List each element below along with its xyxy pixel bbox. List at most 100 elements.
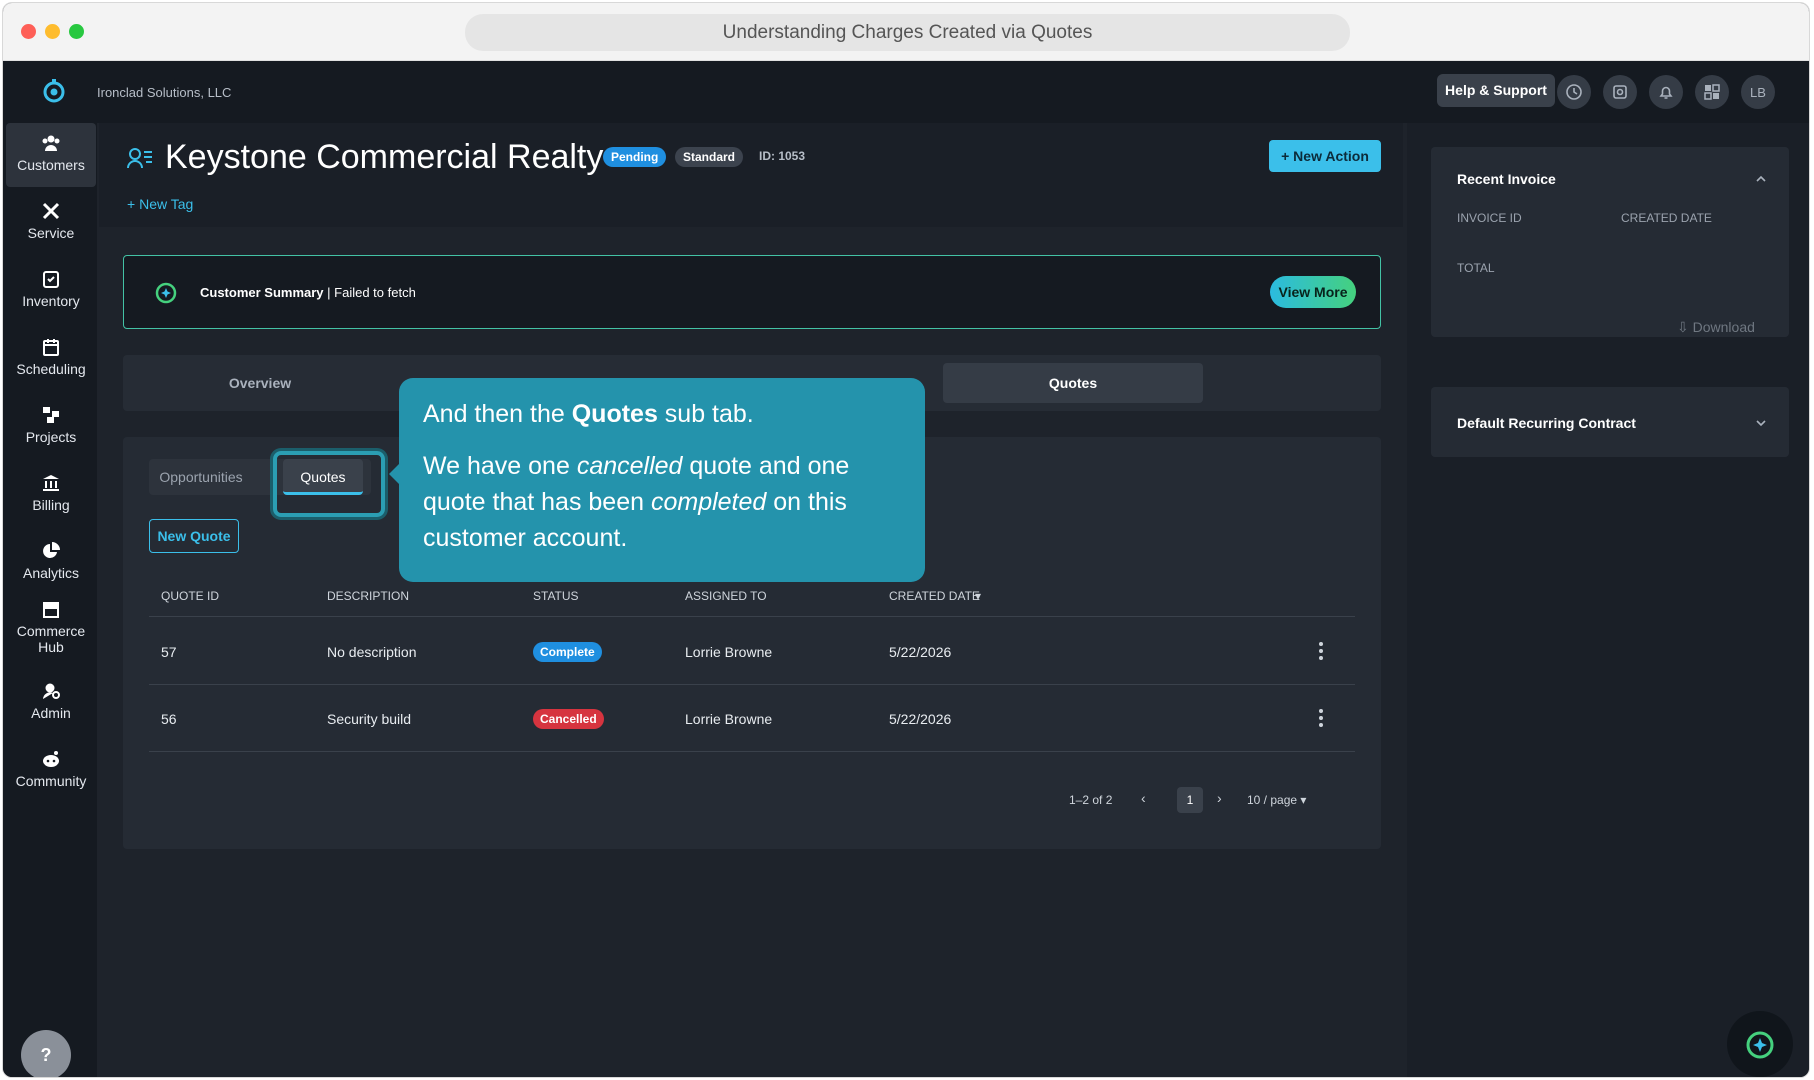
help-icon[interactable]: ? — [21, 1030, 71, 1077]
pagination-range: 1–2 of 2 — [1069, 793, 1113, 807]
column-assigned-to[interactable]: ASSIGNED TO — [685, 589, 767, 603]
tooltip-bold: Quotes — [571, 400, 658, 428]
new-tag-button[interactable]: + New Tag — [127, 196, 193, 212]
quote-description: Security build — [327, 711, 412, 727]
chevron-right-icon[interactable]: › — [1217, 790, 1222, 806]
sidebar-item-analytics[interactable]: Analytics — [6, 541, 96, 581]
more-options-icon[interactable] — [1315, 707, 1327, 729]
download-button[interactable]: ⇩ Download — [1677, 319, 1755, 336]
sidebar-item-scheduling[interactable]: Scheduling — [6, 337, 96, 377]
sidebar: Customers Service Inventory Scheduling P… — [3, 123, 97, 1077]
created-date: 5/22/2026 — [889, 644, 952, 660]
tab-quotes[interactable]: Quotes — [943, 363, 1203, 403]
status-badge: Complete — [533, 642, 602, 662]
bell-icon[interactable] — [1649, 75, 1683, 109]
right-panel: Recent Invoice INVOICE ID CREATED DATE T… — [1407, 123, 1809, 1077]
sidebar-item-label: Inventory — [22, 293, 80, 309]
sidebar-item-label: Scheduling — [16, 361, 86, 377]
main-content: Keystone Commercial Realty Pending Stand… — [99, 123, 1407, 1077]
sidebar-item-label: Billing — [32, 497, 70, 513]
sidebar-item-label: Analytics — [22, 565, 80, 581]
page-title: Keystone Commercial Realty — [165, 138, 604, 176]
customer-id: ID: 1053 — [759, 149, 806, 163]
customer-header: Keystone Commercial Realty Pending Stand… — [99, 123, 1403, 227]
tooltip-emphasis: cancelled — [576, 452, 683, 480]
table-row[interactable]: 57 No description Complete Lorrie Browne… — [149, 618, 1355, 685]
status-badge: Cancelled — [533, 709, 604, 729]
new-action-button[interactable]: + New Action — [1269, 140, 1381, 172]
calendar-icon — [43, 339, 59, 356]
summary-text: Customer Summary | Failed to fetch — [200, 285, 416, 300]
community-icon — [43, 751, 59, 767]
view-more-button[interactable]: View More — [1270, 276, 1356, 308]
download-icon: ⇩ — [1677, 319, 1689, 335]
inventory-icon — [43, 271, 59, 288]
column-quote-id[interactable]: QUOTE ID — [161, 589, 219, 603]
tooltip-emphasis: completed — [650, 488, 767, 516]
status-badge: Pending — [603, 147, 667, 167]
chevron-up-icon[interactable] — [1755, 173, 1767, 185]
page-size-select[interactable]: 10 / page ▾ — [1247, 793, 1306, 807]
ai-assistant-button[interactable] — [1727, 1011, 1793, 1077]
sidebar-item-billing[interactable]: Billing — [6, 473, 96, 513]
top-nav: Ironclad Solutions, LLC Help & Support L… — [3, 61, 1809, 123]
tab-overview[interactable]: Overview — [131, 363, 389, 403]
download-label: Download — [1692, 319, 1755, 335]
admin-icon — [43, 683, 60, 699]
minimize-window-button[interactable] — [45, 24, 60, 39]
sidebar-item-commerce-hub[interactable]: Commerce Hub — [6, 599, 96, 655]
close-window-button[interactable] — [21, 24, 36, 39]
sort-down-icon[interactable]: ▾ — [975, 589, 981, 603]
sidebar-item-community[interactable]: Community — [6, 749, 96, 789]
tooltip-paragraph2: We have one cancelled quote and one quot… — [423, 448, 901, 556]
tooltip-line1: And then the Quotes sub tab. — [423, 396, 901, 432]
sidebar-item-service[interactable]: Service — [6, 201, 96, 241]
plus-icon: + — [127, 196, 140, 212]
app-window: Understanding Charges Created via Quotes… — [2, 2, 1810, 1078]
recent-invoice-card: Recent Invoice INVOICE ID CREATED DATE T… — [1431, 147, 1789, 337]
chevron-left-icon[interactable]: ‹ — [1141, 790, 1146, 806]
tutorial-tooltip: And then the Quotes sub tab. We have one… — [389, 378, 925, 582]
new-action-label: New Action — [1293, 148, 1369, 164]
sidebar-item-label: Admin — [31, 705, 71, 721]
screenshot-icon[interactable] — [1603, 75, 1637, 109]
created-date: 5/22/2026 — [889, 711, 952, 727]
chevron-down-icon[interactable] — [1755, 417, 1767, 429]
sidebar-item-admin[interactable]: Admin — [6, 681, 96, 721]
table-row[interactable]: 56 Security build Cancelled Lorrie Brown… — [149, 685, 1355, 752]
tooltip-text: sub tab. — [657, 400, 754, 428]
help-support-button[interactable]: Help & Support — [1437, 74, 1555, 107]
sidebar-item-inventory[interactable]: Inventory — [6, 269, 96, 309]
dashboard-icon[interactable] — [1695, 75, 1729, 109]
subtab-opportunities[interactable]: Opportunities — [149, 459, 253, 495]
history-icon[interactable] — [1557, 75, 1591, 109]
company-name[interactable]: Ironclad Solutions, LLC — [97, 85, 231, 100]
total-label: TOTAL — [1457, 261, 1495, 275]
window-title: Understanding Charges Created via Quotes — [465, 14, 1350, 51]
column-created-date[interactable]: CREATED DATE — [889, 589, 980, 603]
page-number[interactable]: 1 — [1177, 787, 1203, 813]
chevron-down-icon: ▾ — [1300, 793, 1307, 807]
column-status[interactable]: STATUS — [533, 589, 579, 603]
column-description[interactable]: DESCRIPTION — [327, 589, 409, 603]
more-options-icon[interactable] — [1315, 640, 1327, 662]
user-avatar[interactable]: LB — [1741, 75, 1775, 109]
bank-icon — [43, 475, 59, 491]
recurring-contract-card[interactable]: Default Recurring Contract — [1431, 387, 1789, 457]
recent-invoice-title: Recent Invoice — [1457, 171, 1556, 187]
customers-icon — [42, 135, 60, 151]
sidebar-item-label: Commerce Hub — [16, 623, 86, 655]
sidebar-item-projects[interactable]: Projects — [6, 405, 96, 445]
invoice-id-label: INVOICE ID — [1457, 211, 1522, 225]
title-bar: Understanding Charges Created via Quotes — [3, 3, 1809, 61]
page-size-label: 10 / page — [1247, 793, 1298, 807]
customer-summary-banner: Customer Summary | Failed to fetch View … — [123, 255, 1381, 329]
app-logo-icon[interactable] — [41, 78, 67, 104]
new-quote-button[interactable]: New Quote — [149, 519, 239, 553]
sidebar-item-customers[interactable]: Customers — [6, 123, 96, 187]
quote-id: 56 — [161, 711, 177, 727]
contract-title: Default Recurring Contract — [1457, 415, 1636, 431]
ai-sparkle-icon — [155, 282, 177, 304]
quote-description: No description — [327, 644, 417, 660]
maximize-window-button[interactable] — [69, 24, 84, 39]
